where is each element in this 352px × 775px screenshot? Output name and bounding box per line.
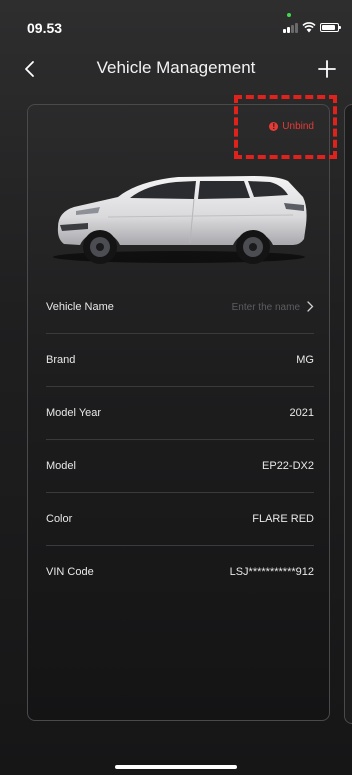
row-value: EP22-DX2 <box>262 460 314 472</box>
wifi-icon <box>302 22 316 33</box>
privacy-indicator-dot <box>287 13 291 17</box>
nav-bar: Vehicle Management <box>0 52 352 88</box>
battery-icon <box>320 23 341 32</box>
row-value: 2021 <box>289 407 314 419</box>
row-value: LSJ***********912 <box>229 566 314 578</box>
vehicle-details-list: Vehicle Name Brand MG Model Year 2021 Mo… <box>46 281 314 598</box>
vehicle-card: ! Unbind Vehicle Name Enter the name Bra… <box>27 104 330 721</box>
row-label: Brand <box>46 354 76 366</box>
row-label: Color <box>46 513 73 525</box>
car-image <box>53 176 307 264</box>
unbind-button[interactable]: ! Unbind <box>269 121 314 132</box>
row-label: Model Year <box>46 407 102 419</box>
row-label: Model <box>46 460 76 472</box>
color-row: Color FLARE RED <box>46 493 314 546</box>
vin-code-row: VIN Code LSJ***********912 <box>46 546 314 598</box>
signal-icon <box>283 22 299 33</box>
chevron-right-icon <box>307 301 314 312</box>
model-row: Model EP22-DX2 <box>46 440 314 493</box>
brand-row: Brand MG <box>46 334 314 387</box>
row-value: FLARE RED <box>252 513 314 525</box>
row-label: VIN Code <box>46 566 94 578</box>
status-time: 09.53 <box>27 20 63 36</box>
home-indicator[interactable] <box>115 765 237 769</box>
row-label: Vehicle Name <box>46 301 114 313</box>
alert-icon: ! <box>269 122 279 131</box>
model-year-row: Model Year 2021 <box>46 387 314 440</box>
page-title: Vehicle Management <box>96 58 256 77</box>
vehicle-name-row[interactable]: Vehicle Name <box>46 281 314 334</box>
vehicle-name-input[interactable] <box>180 301 300 313</box>
unbind-label: Unbind <box>282 121 314 132</box>
plus-icon[interactable] <box>316 58 338 80</box>
next-vehicle-card-edge[interactable] <box>344 104 352 724</box>
status-bar: 09.53 <box>0 0 352 46</box>
row-value: MG <box>296 354 314 366</box>
